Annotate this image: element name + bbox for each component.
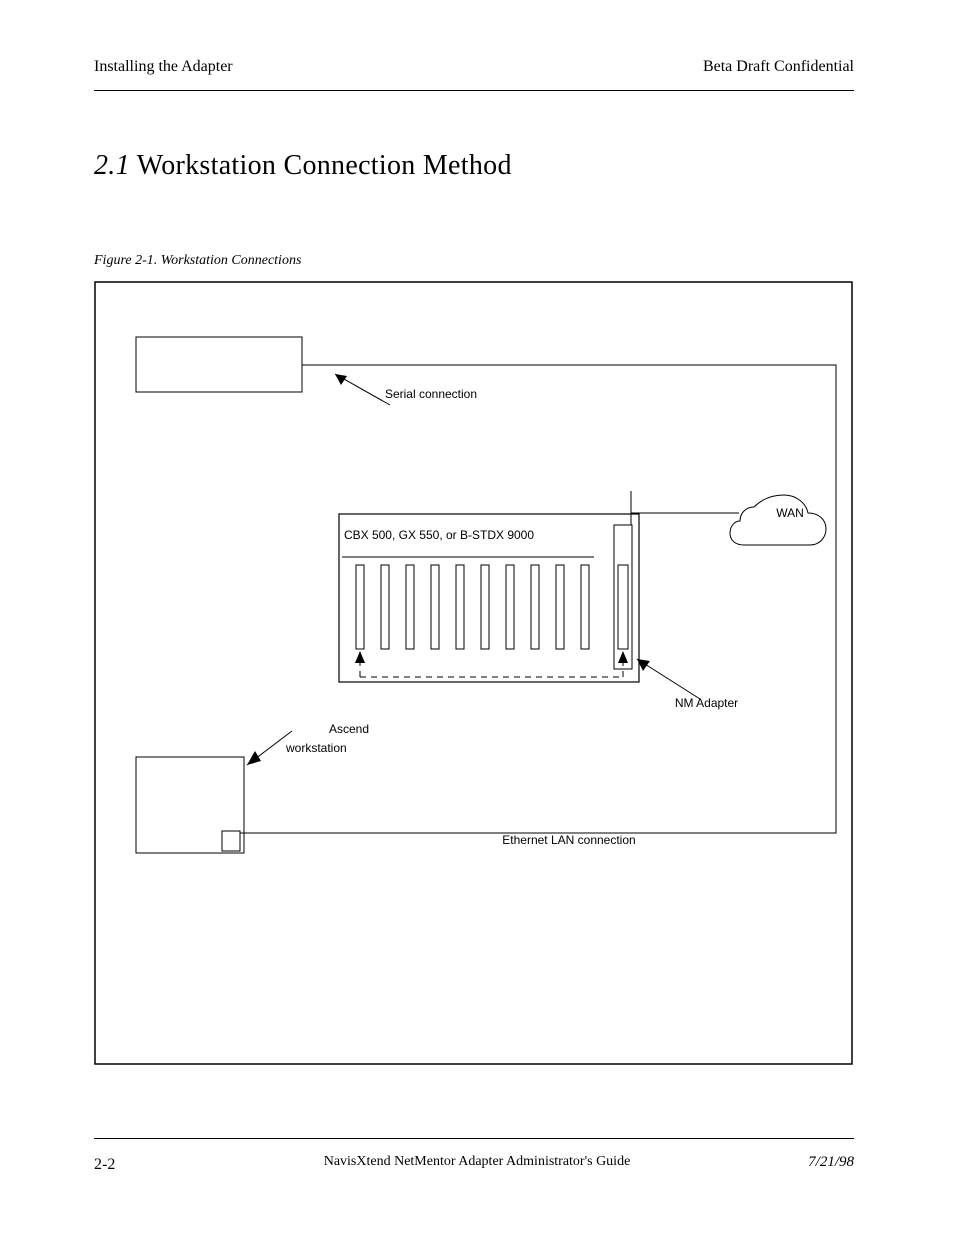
label-wan: WAN bbox=[774, 506, 806, 521]
label-workstation-title: Ascend bbox=[284, 722, 414, 737]
chapter-number: 2.1 bbox=[94, 150, 130, 181]
figure-area: Serial connection WAN CBX 500, GX 550, o… bbox=[94, 281, 853, 1065]
figure-caption: Figure 2-1. Workstation Connections bbox=[94, 253, 301, 269]
chapter-spacer bbox=[130, 150, 137, 181]
rule-bottom bbox=[94, 1138, 854, 1139]
header-left: Installing the Adapter bbox=[94, 58, 233, 76]
header-right: Beta Draft Confidential bbox=[703, 58, 854, 76]
label-serial-connection: Serial connection bbox=[361, 387, 501, 402]
label-chassis-models: CBX 500, GX 550, or B-STDX 9000 bbox=[324, 528, 554, 543]
chapter-title: Workstation Connection Method bbox=[137, 150, 512, 181]
label-nm-adapter: NM Adapter bbox=[649, 696, 764, 711]
chapter-heading: 2.1 Workstation Connection Method bbox=[94, 150, 512, 182]
figure-caption-line2: Workstation Connections bbox=[161, 253, 302, 268]
label-lan-connection: Ethernet LAN connection bbox=[434, 833, 704, 848]
footer-date: 7/21/98 bbox=[808, 1154, 854, 1171]
rule-top bbox=[94, 90, 854, 91]
label-workstation-sub: workstation bbox=[286, 741, 346, 756]
figure-caption-line1: Figure 2-1. bbox=[94, 253, 157, 268]
page: Installing the Adapter Beta Draft Confid… bbox=[0, 0, 954, 1235]
